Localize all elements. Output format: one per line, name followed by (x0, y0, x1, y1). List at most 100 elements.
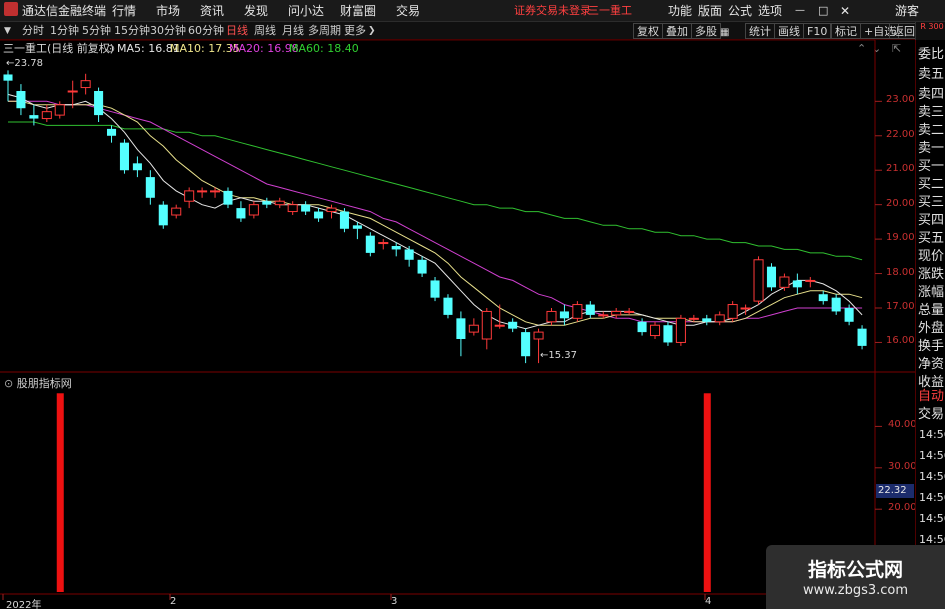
candle-body-54 (702, 318, 712, 322)
candle-body-19 (248, 204, 259, 216)
candle-body-23 (301, 204, 311, 212)
candle-body-64 (831, 297, 841, 312)
kline-chart[interactable] (0, 0, 945, 609)
candle-body-60 (779, 276, 790, 288)
candle-body-17 (223, 190, 233, 205)
side-label-0: 委比 (918, 47, 945, 62)
side-time-0: 14:56 (919, 428, 945, 441)
candle-body-53 (688, 317, 699, 320)
candle-body-41 (533, 331, 544, 340)
candle-body-49 (637, 321, 647, 333)
candle-body-26 (339, 211, 349, 229)
low-value: 15.37 (548, 350, 578, 361)
candle-body-38 (494, 324, 505, 327)
side-label-17: 净资 (918, 357, 945, 372)
candle-body-30 (391, 246, 401, 250)
candle-body-24 (314, 211, 324, 219)
candle-body-22 (287, 204, 298, 213)
candle-body-6 (80, 80, 91, 89)
candle-body-27 (352, 225, 362, 229)
side-label-4: 卖二 (918, 123, 945, 138)
candle-body-10 (132, 163, 142, 171)
candle-body-42 (546, 310, 557, 323)
side-label-15: 外盘 (918, 321, 945, 336)
candle-body-61 (792, 280, 802, 288)
side-label-9: 买四 (918, 213, 945, 228)
indicator-title-text: 股朋指标网 (16, 377, 72, 390)
candle-body-47 (611, 310, 622, 316)
candle-body-43 (559, 311, 569, 319)
candle-body-31 (404, 249, 414, 260)
candle-body-0 (3, 74, 13, 81)
watermark-overlay: 指标公式网 www.zbgs3.com (766, 545, 945, 609)
candle-body-52 (675, 317, 686, 343)
candle-body-51 (663, 325, 673, 343)
low-label: ←15.37 (540, 350, 578, 361)
candle-body-45 (585, 304, 595, 315)
candle-body-25 (326, 207, 337, 213)
side-lower-1: 交易 (918, 407, 945, 422)
candle-body-48 (624, 310, 635, 313)
side-label-11: 现价 (918, 249, 945, 264)
candle-body-56 (727, 304, 738, 319)
candle-body-58 (753, 259, 764, 302)
side-label-2: 卖四 (918, 87, 945, 102)
candle-body-1 (16, 91, 26, 109)
candle-body-4 (54, 104, 65, 116)
watermark-url: www.zbgs3.com (802, 583, 909, 598)
candle-body-15 (197, 190, 208, 193)
side-label-14: 总量 (918, 303, 945, 318)
candle-body-20 (262, 201, 272, 205)
candle-body-62 (805, 279, 816, 282)
quote-side-panel: 委比 卖五 卖四 卖三 卖二 卖一 买一 买二 买三 买四 买五 现价 涨跌 涨幅 总量 外盘 换手 净资 收益 自动… (915, 40, 945, 609)
indicator-tick-1: 30.00 (888, 460, 917, 472)
candle-body-36 (468, 324, 479, 333)
candle-body-3 (41, 111, 52, 120)
candle-body-13 (171, 207, 182, 216)
candle-body-63 (818, 294, 828, 302)
candle-body-55 (714, 314, 725, 323)
price-tick-2: 21.00 (886, 163, 915, 175)
high-label: ←23.78 (6, 58, 44, 69)
side-time-1: 14:56 (919, 449, 945, 462)
side-label-13: 涨幅 (918, 285, 945, 300)
side-lower-0[interactable]: 自动 (918, 388, 944, 406)
candle-body-2 (29, 115, 39, 119)
indicator-tick-0: 40.00 (888, 419, 917, 431)
indicator-title: ⊙ 股朋指标网 (4, 375, 72, 391)
price-tick-4: 19.00 (886, 232, 915, 244)
candle-body-46 (598, 314, 609, 317)
candle-body-57 (740, 307, 751, 310)
candle-body-11 (145, 177, 155, 198)
candle-body-32 (417, 259, 427, 274)
candle-body-7 (94, 91, 104, 116)
high-value: 23.78 (14, 58, 44, 69)
settings-icon[interactable]: ⊙ (4, 377, 17, 390)
candle-body-65 (844, 308, 854, 322)
candle-body-34 (443, 297, 453, 315)
indicator-tick-2: 20.00 (888, 502, 917, 514)
side-label-3: 卖三 (918, 105, 945, 120)
side-label-5: 卖一 (918, 141, 945, 156)
candle-body-35 (456, 318, 466, 339)
candle-body-16 (210, 190, 221, 193)
candle-body-66 (857, 328, 867, 346)
candle-body-39 (508, 321, 518, 329)
candle-body-28 (365, 235, 375, 253)
candle-body-29 (378, 242, 389, 245)
side-label-1: 卖五 (918, 67, 945, 82)
side-label-16: 换手 (918, 339, 945, 354)
candle-body-5 (67, 90, 78, 93)
candle-body-14 (184, 190, 195, 202)
date-label-apr: 4 (705, 596, 712, 607)
date-label-mar: 3 (391, 596, 398, 607)
candle-body-59 (766, 266, 777, 288)
side-label-12: 涨跌 (918, 267, 945, 282)
date-label-jan: 2022年 (6, 600, 42, 609)
side-time-2: 14:56 (919, 470, 945, 483)
candle-body-9 (119, 142, 129, 171)
price-tick-7: 16.00 (886, 335, 915, 347)
side-label-6: 买一 (918, 159, 945, 174)
candle-body-21 (274, 200, 285, 206)
candle-body-33 (430, 280, 440, 298)
